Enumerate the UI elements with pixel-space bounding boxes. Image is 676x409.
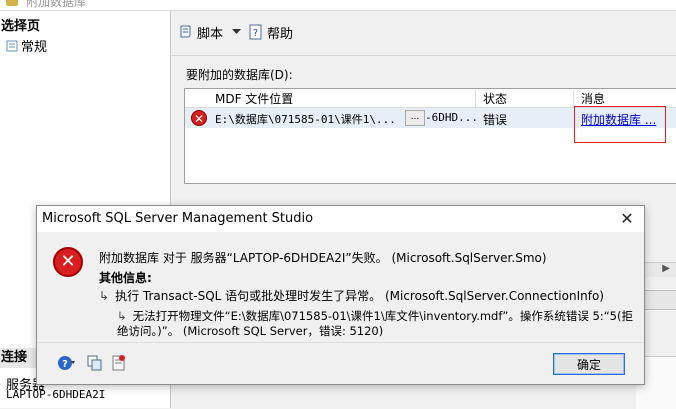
help-button[interactable]: ? 帮助 — [248, 22, 293, 42]
scroll-right-icon[interactable]: ▶ — [662, 263, 670, 274]
toolbar-divider — [172, 55, 676, 56]
copy-icon[interactable] — [87, 355, 103, 371]
arrow-icon: ↳ — [117, 309, 127, 323]
status-cell: 错误 — [483, 113, 508, 127]
script-icon — [180, 25, 191, 38]
dialog-title: Microsoft SQL Server Management Studio — [42, 211, 314, 226]
page-icon — [6, 40, 18, 51]
help-icon: ? — [249, 24, 262, 40]
mdf-path-cell: E:\数据库\071585-01\课件1\... — [215, 113, 396, 126]
database-name-cell: -6DHD... — [425, 111, 478, 124]
attach-databases-label: 要附加的数据库(D): — [186, 68, 293, 82]
page-item-label: 常规 — [21, 40, 48, 55]
error-message-detail-text: 无法打开物理文件“E:\数据库\071585-01\课件1\库文件\invent… — [117, 309, 633, 338]
error-message-inner-text: 执行 Transact-SQL 语句或批处理时发生了异常。 (Microsoft… — [115, 289, 604, 303]
svg-text:?: ? — [62, 359, 68, 370]
col-message[interactable]: 消息 — [581, 90, 605, 107]
dialog-titlebar: Microsoft SQL Server Management Studio ✕ — [37, 206, 644, 232]
browse-button[interactable]: ... — [405, 110, 425, 126]
error-icon: ✕ — [53, 247, 83, 277]
database-icon — [6, 0, 18, 6]
page-item-general[interactable]: 常规 — [6, 36, 47, 55]
error-dialog: Microsoft SQL Server Management Studio ✕… — [36, 205, 645, 385]
window-titlebar: 附加数据库 — [0, 0, 676, 11]
error-message-inner: ↳ 执行 Transact-SQL 语句或批处理时发生了异常。 (Microsof… — [99, 287, 604, 304]
error-message-primary: 附加数据库 对于 服务器“LAPTOP-6DHDEA2I”失败。 (Micros… — [99, 251, 547, 265]
error-icon: ✕ — [191, 110, 207, 126]
highlight-box — [574, 106, 666, 143]
svg-text:?: ? — [253, 28, 258, 39]
help-icon[interactable]: ? — [57, 355, 75, 371]
help-label: 帮助 — [267, 26, 294, 42]
select-page-header: 选择页 — [1, 19, 41, 34]
col-mdf-location[interactable]: MDF 文件位置 — [215, 90, 293, 107]
arrow-icon: ↳ — [99, 289, 110, 303]
column-divider — [475, 90, 476, 108]
script-label: 脚本 — [197, 26, 224, 42]
toolbar: 脚本 ? 帮助 — [172, 18, 676, 48]
close-icon[interactable]: ✕ — [610, 206, 644, 232]
dialog-footer: ? 确定 — [37, 342, 644, 384]
other-info-label: 其他信息: — [99, 271, 152, 285]
show-details-icon[interactable] — [111, 355, 127, 371]
dialog-body: ✕ 附加数据库 对于 服务器“LAPTOP-6DHDEA2I”失败。 (Micr… — [37, 232, 644, 342]
ok-button[interactable]: 确定 — [553, 353, 625, 375]
script-button[interactable]: 脚本 — [178, 22, 242, 42]
chevron-down-icon[interactable] — [232, 29, 242, 35]
error-message-detail: ↳ 无法打开物理文件“E:\数据库\071585-01\课件1\库文件\inven… — [117, 309, 637, 339]
col-status[interactable]: 状态 — [483, 90, 507, 107]
server-value: LAPTOP-6DHDEA2I — [6, 388, 106, 401]
side-button[interactable] — [644, 290, 676, 310]
window-title: 附加数据库 — [26, 0, 87, 9]
